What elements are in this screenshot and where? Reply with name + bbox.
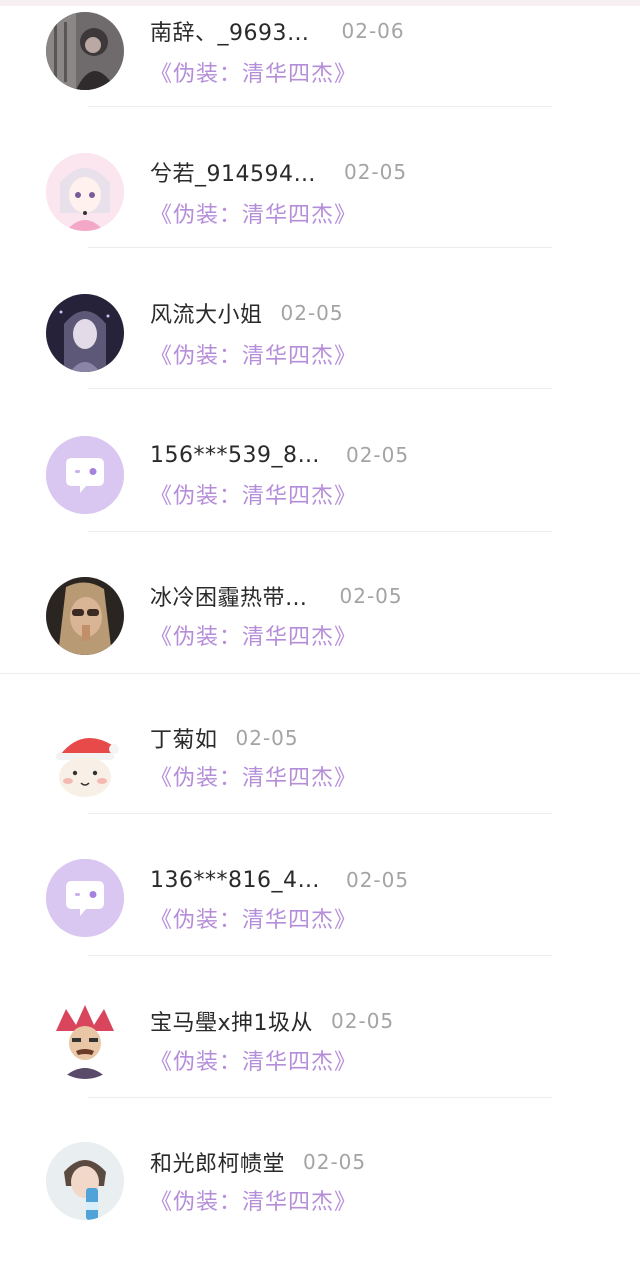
book-link[interactable]: 《伪装：清华四杰》 xyxy=(150,619,357,651)
list-item[interactable]: 风流大小姐 02-05 《伪装：清华四杰》 xyxy=(0,282,640,423)
list-item[interactable]: 136***816_4… 02-05 《伪装：清华四杰》 xyxy=(0,846,640,987)
divider xyxy=(88,531,552,532)
book-link[interactable]: 《伪装：清华四杰》 xyxy=(150,760,357,792)
list-item[interactable]: 宝马璺x抻1圾从 02-05 《伪装：清华四杰》 xyxy=(0,987,640,1128)
book-link[interactable]: 《伪装：清华四杰》 xyxy=(150,197,357,229)
default-chat-bubble-avatar xyxy=(46,436,124,514)
user-name[interactable]: 冰冷困霾热带… xyxy=(150,580,308,612)
user-name[interactable]: 风流大小姐 xyxy=(150,297,263,329)
user-name[interactable]: 136***816_4… xyxy=(150,868,320,893)
divider xyxy=(88,813,552,814)
avatar[interactable] xyxy=(46,1001,124,1079)
list-item[interactable]: 兮若_914594… 02-05 《伪装：清华四杰》 xyxy=(0,141,640,282)
book-link[interactable]: 《伪装：清华四杰》 xyxy=(150,902,357,934)
avatar[interactable] xyxy=(46,1142,124,1220)
book-link[interactable]: 《伪装：清华四杰》 xyxy=(150,338,357,370)
user-name[interactable]: 宝马璺x抻1圾从 xyxy=(150,1005,313,1037)
avatar[interactable] xyxy=(46,577,124,655)
list-item[interactable]: 南辞、_9693… 02-06 《伪装：清华四杰》 xyxy=(0,0,640,141)
user-name[interactable]: 南辞、_9693… xyxy=(150,15,310,47)
book-link[interactable]: 《伪装：清华四杰》 xyxy=(150,1184,357,1216)
name-row: 南辞、_9693… 02-06 xyxy=(150,13,405,49)
comment-date: 02-05 xyxy=(303,1150,367,1174)
list-item[interactable]: 和光郎柯帻堂 02-05 《伪装：清华四杰》 xyxy=(0,1128,640,1269)
dark-fantasy-girl-avatar xyxy=(46,294,124,372)
name-row: 136***816_4… 02-05 xyxy=(150,862,409,898)
photo-sunglasses-avatar xyxy=(46,577,124,655)
list-item[interactable]: 丁菊如 02-05 《伪装：清华四杰》 xyxy=(0,705,640,846)
avatar[interactable] xyxy=(46,859,124,937)
list-item[interactable]: 156***539_8… 02-05 《伪装：清华四杰》 xyxy=(0,423,640,564)
divider xyxy=(88,1097,552,1098)
avatar[interactable] xyxy=(46,436,124,514)
santa-hat-cartoon-avatar xyxy=(46,721,124,799)
name-row: 宝马璺x抻1圾从 02-05 xyxy=(150,1003,394,1039)
comment-date: 02-06 xyxy=(341,19,405,43)
name-row: 兮若_914594… 02-05 xyxy=(150,154,407,190)
name-row: 丁菊如 02-05 xyxy=(150,720,299,756)
list-item[interactable]: 冰冷困霾热带… 02-05 《伪装：清华四杰》 xyxy=(0,564,640,705)
name-row: 和光郎柯帻堂 02-05 xyxy=(150,1144,366,1180)
divider xyxy=(88,955,552,956)
book-link[interactable]: 《伪装：清华四杰》 xyxy=(150,56,357,88)
avatar[interactable] xyxy=(46,153,124,231)
avatar[interactable] xyxy=(46,294,124,372)
comment-date: 02-05 xyxy=(235,726,299,750)
divider xyxy=(0,673,640,674)
comment-date: 02-05 xyxy=(331,1009,395,1033)
user-name[interactable]: 丁菊如 xyxy=(150,722,218,754)
user-name[interactable]: 兮若_914594… xyxy=(150,156,316,188)
divider xyxy=(88,388,552,389)
photo-dark-girl-avatar xyxy=(46,12,124,90)
name-row: 风流大小姐 02-05 xyxy=(150,295,344,331)
user-name[interactable]: 和光郎柯帻堂 xyxy=(150,1146,285,1178)
divider xyxy=(88,106,552,107)
comment-date: 02-05 xyxy=(345,443,410,467)
anime-girl-avatar xyxy=(46,153,124,231)
avatar[interactable] xyxy=(46,721,124,799)
name-row: 冰冷困霾热带… 02-05 xyxy=(150,578,403,614)
comment-date: 02-05 xyxy=(343,160,408,184)
book-link[interactable]: 《伪装：清华四杰》 xyxy=(150,478,357,510)
name-row: 156***539_8… 02-05 xyxy=(150,437,409,473)
photo-boy-bottle-avatar xyxy=(46,1142,124,1220)
avatar[interactable] xyxy=(46,12,124,90)
user-name[interactable]: 156***539_8… xyxy=(150,443,320,468)
divider xyxy=(88,247,552,248)
default-chat-bubble-avatar xyxy=(46,859,124,937)
comment-date: 02-05 xyxy=(345,868,410,892)
comment-date: 02-05 xyxy=(339,584,403,608)
comment-date: 02-05 xyxy=(280,301,344,325)
cartoon-warrior-avatar xyxy=(46,1001,124,1079)
book-link[interactable]: 《伪装：清华四杰》 xyxy=(150,1044,357,1076)
